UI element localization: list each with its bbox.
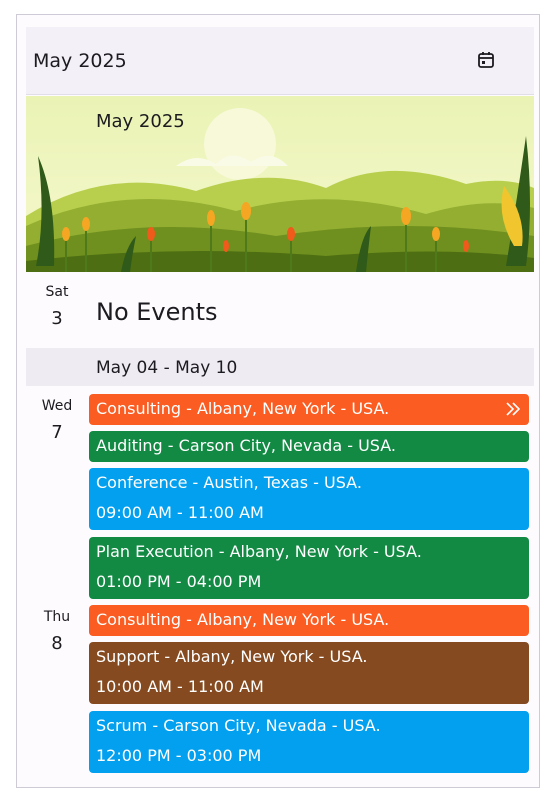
week-range-header: May 04 - May 10	[26, 348, 534, 386]
event-item[interactable]: Consulting - Albany, New York - USA.	[89, 394, 529, 425]
week-range-label: May 04 - May 10	[96, 358, 238, 378]
double-chevron-right-icon[interactable]	[505, 401, 521, 417]
header-month-title[interactable]: May 2025	[33, 50, 127, 72]
day-number: 8	[51, 633, 63, 654]
day-number: 3	[51, 308, 63, 329]
event-item[interactable]: Conference - Austin, Texas - USA. 09:00 …	[89, 468, 529, 530]
event-item[interactable]: Consulting - Albany, New York - USA.	[89, 605, 529, 636]
calendar-icon[interactable]	[476, 50, 496, 70]
event-title: Scrum - Carson City, Nevada - USA.	[96, 716, 381, 735]
day-label-thu[interactable]: Thu 8	[27, 609, 87, 654]
event-time: 01:00 PM - 04:00 PM	[96, 572, 262, 591]
event-title: Plan Execution - Albany, New York - USA.	[96, 542, 422, 561]
event-time: 09:00 AM - 11:00 AM	[96, 503, 264, 522]
event-time: 12:00 PM - 03:00 PM	[96, 746, 262, 765]
day-of-week: Thu	[43, 609, 71, 625]
day-label-wed[interactable]: Wed 7	[27, 398, 87, 443]
event-title: Consulting - Albany, New York - USA.	[96, 399, 390, 418]
event-title: Consulting - Albany, New York - USA.	[96, 610, 390, 629]
schedule-frame: May 2025 May 2025 Sat 3 No Events May 04…	[16, 14, 540, 788]
event-item[interactable]: Plan Execution - Albany, New York - USA.…	[89, 537, 529, 599]
event-title: Auditing - Carson City, Nevada - USA.	[96, 436, 396, 455]
day-of-week: Wed	[41, 398, 73, 414]
no-events-text: No Events	[96, 298, 218, 326]
month-banner: May 2025	[26, 96, 534, 272]
schedule-header: May 2025	[26, 27, 534, 95]
event-item[interactable]: Auditing - Carson City, Nevada - USA.	[89, 431, 529, 462]
event-time: 10:00 AM - 11:00 AM	[96, 677, 264, 696]
event-item[interactable]: Support - Albany, New York - USA. 10:00 …	[89, 642, 529, 704]
event-title: Conference - Austin, Texas - USA.	[96, 473, 362, 492]
banner-month-title: May 2025	[96, 111, 185, 132]
day-number: 7	[51, 422, 63, 443]
event-title: Support - Albany, New York - USA.	[96, 647, 368, 666]
day-label-sat[interactable]: Sat 3	[27, 284, 87, 329]
event-item[interactable]: Scrum - Carson City, Nevada - USA. 12:00…	[89, 711, 529, 773]
day-of-week: Sat	[45, 284, 69, 300]
